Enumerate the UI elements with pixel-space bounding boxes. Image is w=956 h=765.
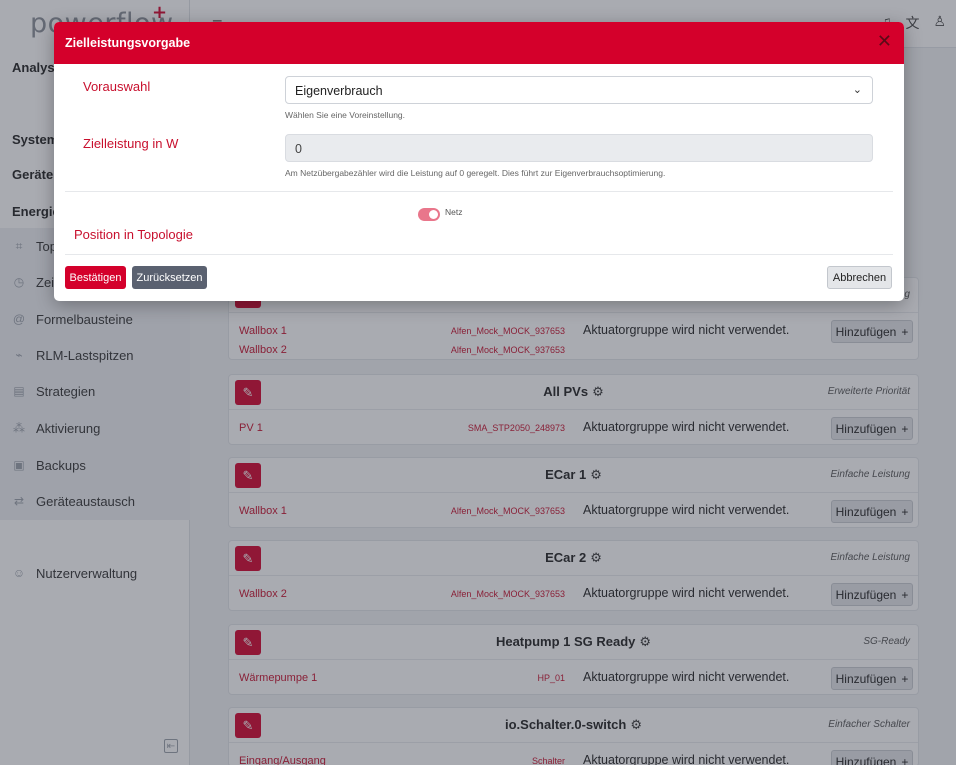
cancel-button[interactable]: Abbrechen	[827, 266, 892, 289]
grid-toggle[interactable]	[418, 208, 440, 221]
divider	[65, 191, 893, 192]
target-power-hint: Am Netzübergabezähler wird die Leistung …	[285, 168, 666, 178]
dialog-header: Zielleistungsvorgabe ✕	[54, 22, 904, 64]
target-power-input[interactable]: 0	[285, 134, 873, 162]
preset-hint: Wählen Sie eine Voreinstellung.	[285, 110, 406, 120]
target-power-dialog: Zielleistungsvorgabe ✕ Vorauswahl Eigenv…	[54, 22, 904, 301]
confirm-button[interactable]: Bestätigen	[65, 266, 126, 289]
target-power-label: Zielleistung in W	[83, 136, 179, 151]
topology-position-label: Position in Topologie	[74, 227, 194, 242]
divider	[65, 254, 893, 255]
chevron-down-icon: ⌄	[852, 84, 862, 96]
target-power-value: 0	[295, 142, 302, 156]
dialog-title: Zielleistungsvorgabe	[65, 36, 191, 50]
grid-toggle-label: Netz	[445, 207, 463, 217]
reset-button[interactable]: Zurücksetzen	[132, 266, 207, 289]
preset-label: Vorauswahl	[83, 79, 151, 94]
toggle-knob	[429, 210, 438, 219]
preset-selected-value: Eigenverbrauch	[295, 84, 383, 98]
preset-select[interactable]: Eigenverbrauch ⌄	[285, 76, 873, 104]
close-icon[interactable]: ✕	[877, 32, 892, 50]
